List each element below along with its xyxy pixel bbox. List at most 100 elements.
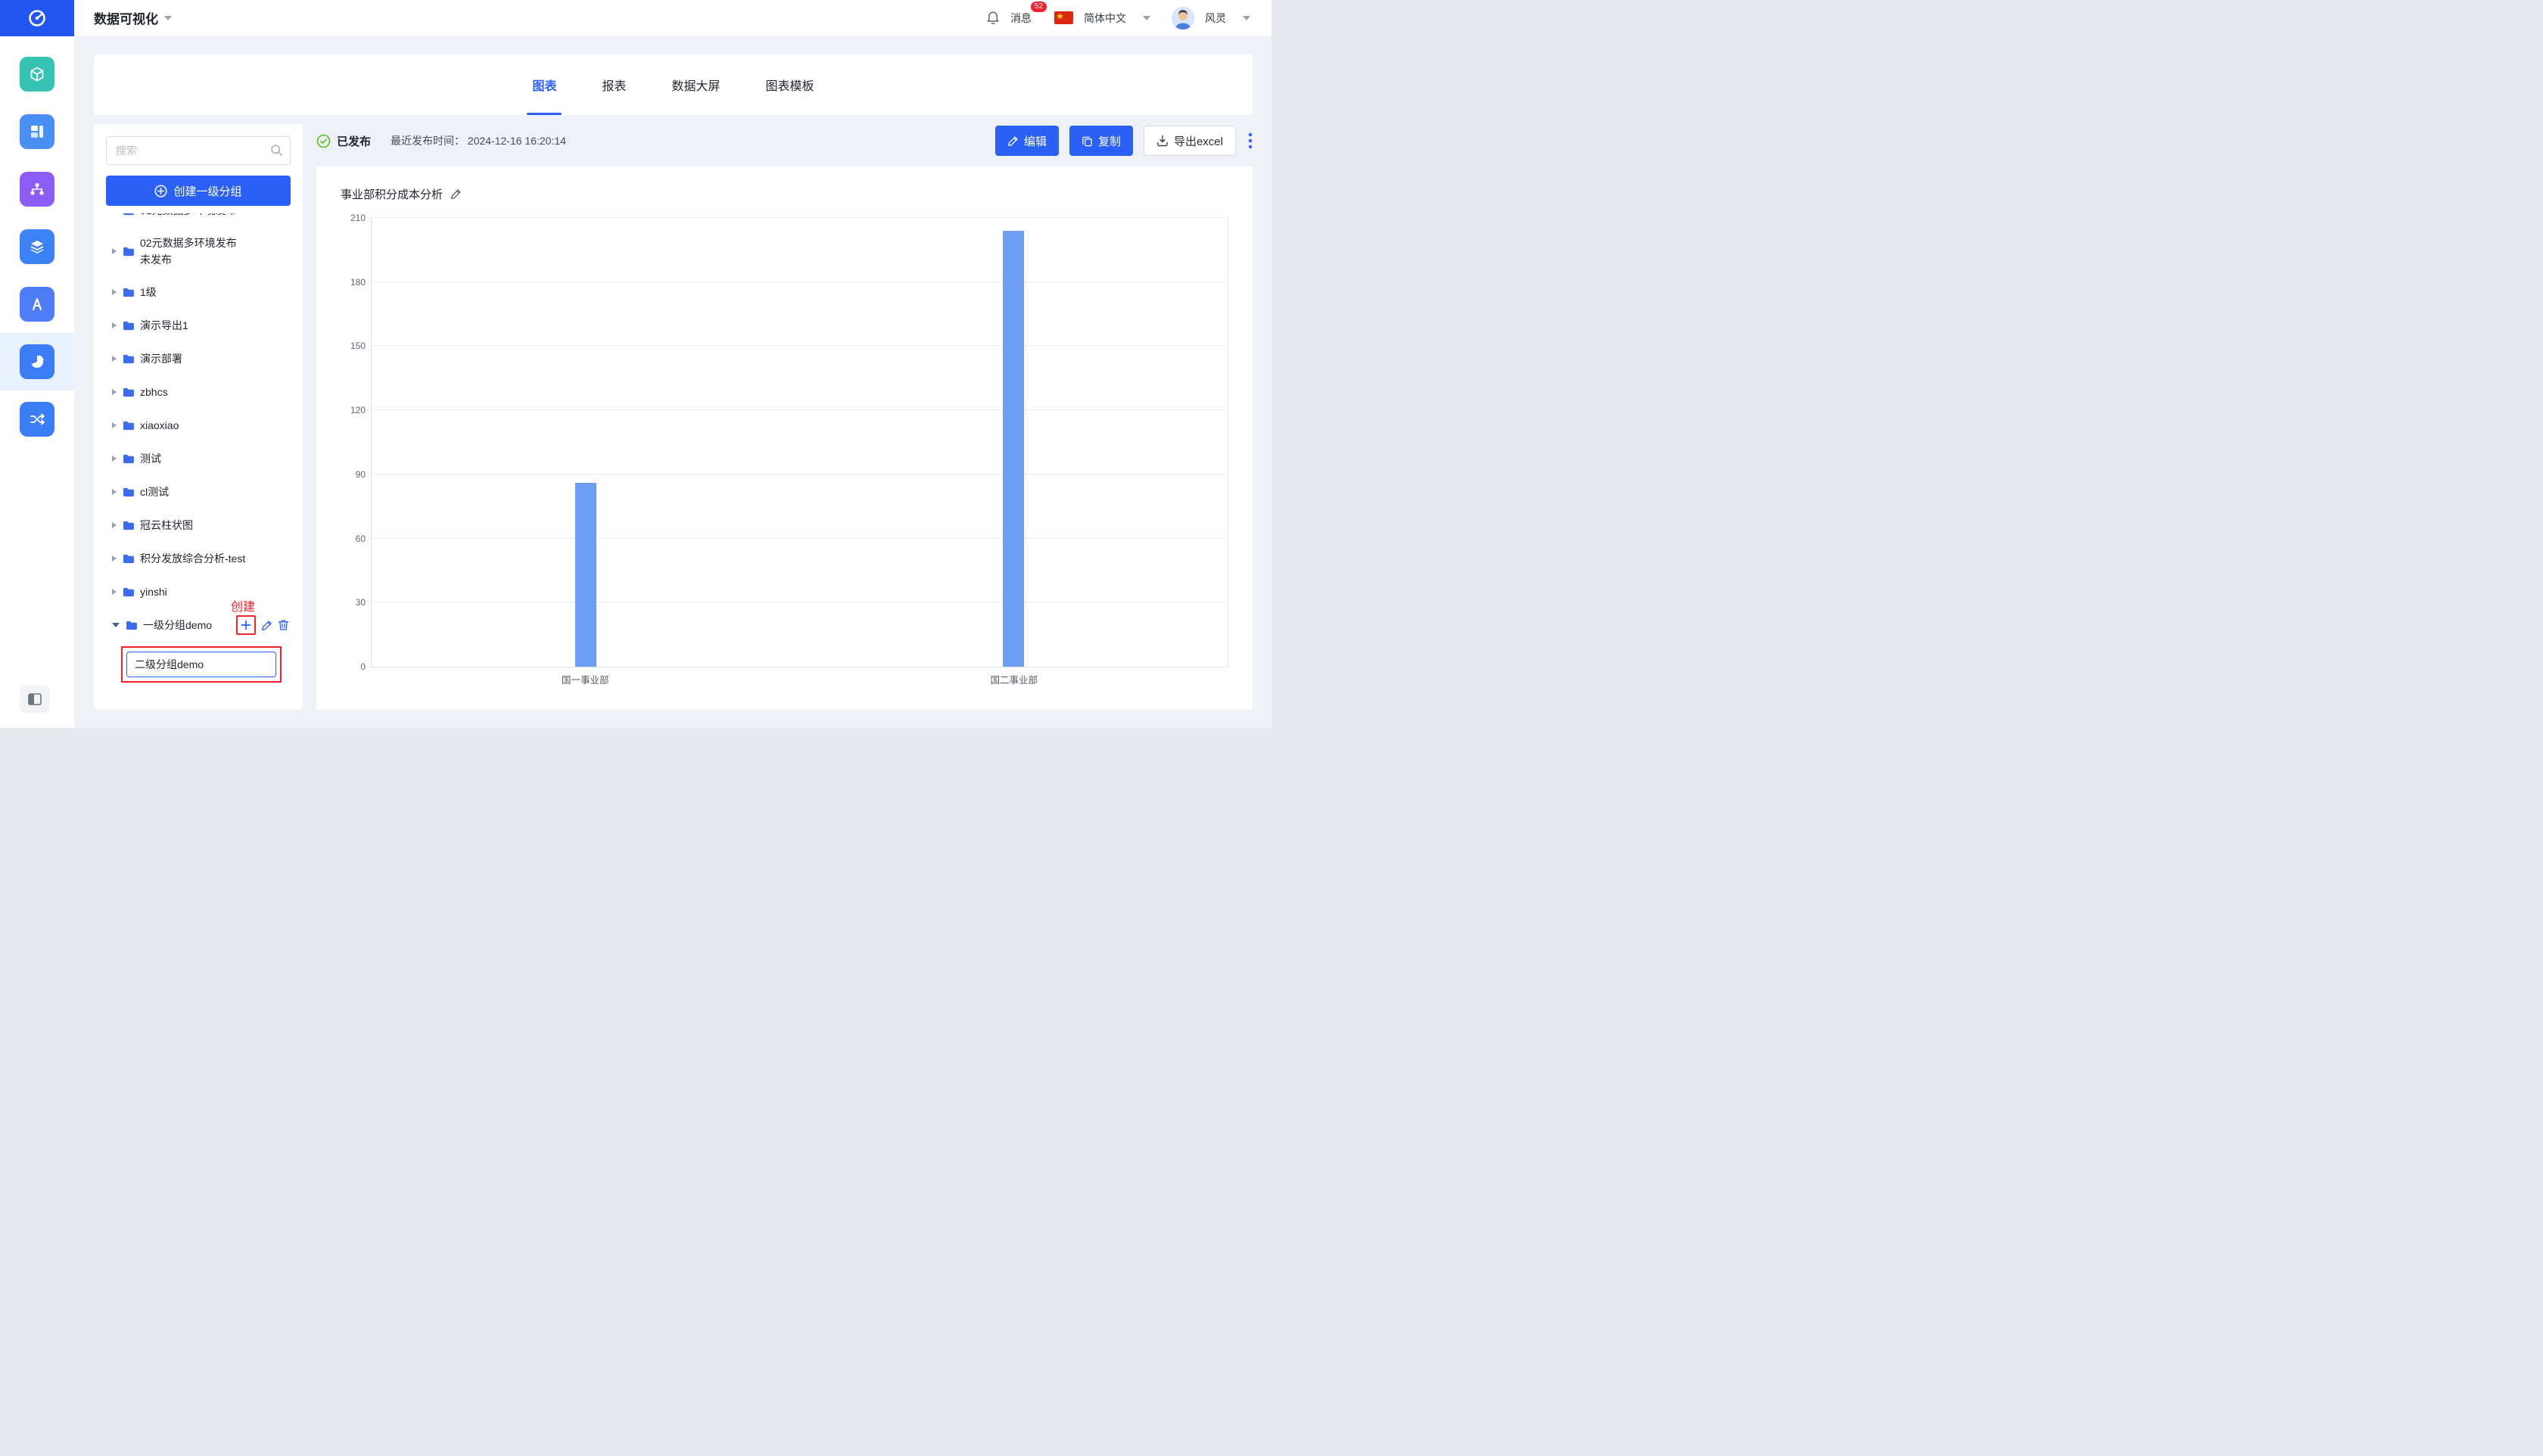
tree-item[interactable]: 测试 [106,442,291,475]
tree-item-label: 01元数据多环境发布 [140,213,237,219]
app-logo[interactable] [0,0,74,36]
caret-right-icon[interactable] [112,389,117,395]
annotation-box-plus [236,615,256,635]
create-group-label: 创建一级分组 [173,185,242,198]
tree-item[interactable]: 01元数据多环境发布 [106,213,291,227]
rail-item-org[interactable] [0,160,74,218]
title-chevron-down-icon[interactable] [164,15,172,20]
pencil-icon [1007,135,1018,146]
circle-plus-icon [154,184,168,198]
tree-item[interactable]: 冠云柱状图 [106,509,291,542]
publish-status-bar: 已发布 最近发布时间： 2024-12-16 16:20:14 编辑 复制 导出… [316,124,1253,157]
tree-item-sublabel: 未发布 [140,254,172,266]
status-badge: 已发布 [337,135,372,148]
caret-right-icon[interactable] [112,555,117,562]
username-label[interactable]: 风灵 [1205,11,1226,26]
tree-item[interactable]: xiaoxiao [106,409,291,442]
delete-group-button[interactable] [278,619,289,631]
y-tick-label: 90 [355,468,366,480]
tree-item[interactable]: 积分发放综合分析-test [106,542,291,575]
org-app-icon [20,172,54,207]
caret-right-icon[interactable] [112,456,117,462]
tab-charts[interactable]: 图表 [532,54,556,115]
rail-item-layers[interactable] [0,218,74,275]
x-category-label: 国一事业部 [561,674,609,686]
layers-app-icon [20,229,54,264]
folder-icon [126,621,137,630]
annotation-create-label: 创建 [231,601,256,614]
edit-group-button[interactable] [261,620,272,631]
folder-icon [123,288,134,297]
caret-right-icon[interactable] [112,489,117,495]
copy-button[interactable]: 复制 [1069,126,1133,156]
folder-icon [123,247,134,257]
caret-right-icon[interactable] [112,522,117,528]
tree-item[interactable]: cl测试 [106,475,291,509]
caret-right-icon[interactable] [112,422,117,428]
rail-item-cube[interactable] [0,45,74,103]
user-chevron-down-icon[interactable] [1243,15,1250,20]
tab-reports[interactable]: 报表 [602,54,626,115]
y-tick-label: 150 [350,341,366,352]
tree-item-label: 1级 [140,285,157,298]
folder-icon [123,454,134,464]
tree-item[interactable]: 02元数据多环境发布 未发布 [106,227,291,275]
group-tree: 01元数据多环境发布 02元数据多环境发布 未发布 1级 演示导出1 [106,213,291,701]
tree-item[interactable]: yinshi [106,575,291,608]
subgroup-name-input[interactable] [126,652,276,677]
tree-item[interactable]: 1级 [106,275,291,309]
check-circle-icon [316,134,331,148]
caret-right-icon[interactable] [112,289,117,295]
edit-title-icon[interactable] [450,188,462,200]
tree-item-label: yinshi [140,585,167,598]
chart-title: 事业部积分成本分析 [341,188,444,201]
create-group-button[interactable]: 创建一级分组 [106,176,291,206]
shuffle-app-icon [20,402,54,437]
folder-icon [123,213,134,216]
add-subgroup-icon[interactable] [241,620,251,630]
avatar-image [1172,6,1194,30]
tree-item-label: cl测试 [140,485,170,498]
caret-right-icon[interactable] [112,248,117,254]
rail-item-shuffle[interactable] [0,390,74,448]
messages-item[interactable]: 消息 52 [1010,1,1047,26]
caret-right-icon[interactable] [112,589,117,595]
tree-item-label: 演示导出1 [140,319,188,331]
main-content: 图表 报表 数据大屏 图表模板 搜索 创建一级分组 02元数据多环境发布 未发布… [74,36,1272,728]
edit-button[interactable]: 编辑 [994,126,1059,156]
collapse-panel-button[interactable] [20,686,50,713]
more-actions-button[interactable] [1248,132,1253,149]
user-avatar[interactable] [1172,6,1194,30]
export-icon [1157,135,1168,147]
trash-icon [278,620,289,630]
language-selector[interactable]: 简体中文 [1084,11,1126,26]
bell-icon[interactable] [986,11,1000,25]
folder-icon [123,387,134,397]
export-excel-button[interactable]: 导出excel [1143,126,1236,156]
tree-item-label: 02元数据多环境发布 [140,236,237,249]
rail-item-ai[interactable] [0,275,74,333]
chart-plot: 0 30 60 90 120 150 180 210 [350,213,1228,672]
tab-chart-templates[interactable]: 图表模板 [766,54,814,115]
tree-item[interactable]: 演示导出1 [106,309,291,342]
collapse-panel-icon [28,693,42,705]
tab-data-screen[interactable]: 数据大屏 [672,54,721,115]
rail-item-dashboard[interactable] [0,103,74,160]
tree-item[interactable]: zbhcs [106,375,291,409]
tree-item-label: 一级分组demo [143,619,213,631]
y-tick-label: 120 [350,405,366,416]
search-input[interactable] [106,136,291,165]
rail-item-charts-active[interactable] [0,333,74,390]
caret-down-icon[interactable] [112,623,120,627]
pie-chart-app-icon [20,344,54,379]
x-category-label: 国二事业部 [990,674,1038,686]
gridline [372,409,1228,411]
app-rail [0,36,74,728]
tree-item[interactable]: 演示部署 [106,342,291,375]
caret-right-icon[interactable] [112,356,117,362]
language-flag-icon [1054,11,1073,24]
header-right: 消息 52 简体中文 风灵 [986,1,1272,30]
language-chevron-down-icon[interactable] [1143,15,1150,20]
caret-right-icon[interactable] [112,322,117,328]
tree-item-active-group[interactable]: 一级分组demo 创建 [106,601,291,642]
